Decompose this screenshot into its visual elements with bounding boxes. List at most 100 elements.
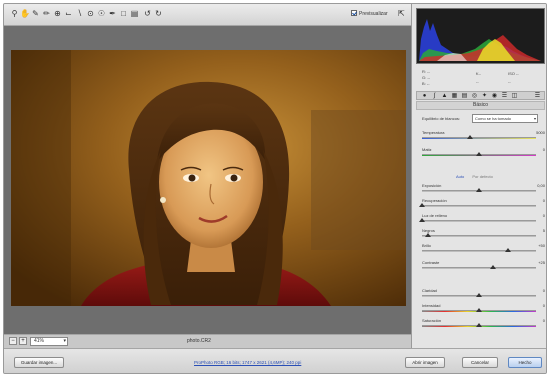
- rotate-right-icon[interactable]: ↻: [154, 9, 163, 18]
- preview-label: Previsualizar: [359, 11, 388, 17]
- slider-label: Temperatura: [422, 130, 445, 135]
- g-readout: G: --: [422, 75, 430, 80]
- tab-hsl-icon[interactable]: ▦: [451, 93, 458, 99]
- slider-track[interactable]: [419, 218, 536, 222]
- slider-track[interactable]: [422, 293, 536, 297]
- iso-readout: ISO --: [508, 71, 519, 76]
- slider-value[interactable]: 0: [531, 198, 545, 203]
- done-button[interactable]: Hecho: [508, 357, 542, 368]
- chevron-down-icon: ▾: [63, 338, 66, 344]
- slider-value[interactable]: 5: [531, 228, 545, 233]
- spot-removal-icon[interactable]: ⊙: [86, 9, 95, 18]
- workflow-options-link[interactable]: ProPhoto RGB; 16 bits; 1747 x 2621 (4,6M…: [194, 360, 301, 365]
- tab-presets-icon[interactable]: ☰: [501, 93, 508, 99]
- cancel-button[interactable]: Cancelar: [462, 357, 498, 368]
- tab-tone-curve-icon[interactable]: ∫: [431, 93, 438, 99]
- white-balance-icon[interactable]: ✎: [31, 9, 40, 18]
- straighten-icon[interactable]: ∖: [75, 9, 84, 18]
- adjustment-brush-icon[interactable]: ✒: [108, 9, 117, 18]
- slider-label: Claridad: [422, 288, 437, 293]
- slider-thumb[interactable]: [476, 293, 482, 297]
- chevron-down-icon: ▾: [533, 116, 536, 121]
- slider-value[interactable]: 0: [531, 147, 545, 152]
- slider-label: Contraste: [422, 260, 440, 265]
- white-balance-label: Equilibrio de blancos:: [422, 116, 461, 121]
- tab-camera-calibration-icon[interactable]: ◉: [491, 93, 498, 99]
- footer-bar: Guardar imagen... ProPhoto RGB; 16 bits;…: [4, 348, 546, 373]
- r-readout: R: --: [422, 69, 430, 74]
- slider-track[interactable]: [422, 323, 536, 327]
- graduated-filter-icon[interactable]: □: [119, 9, 128, 18]
- zoom-in-button[interactable]: +: [19, 337, 27, 345]
- slider-thumb[interactable]: [476, 323, 482, 327]
- auto-default-links: Auto Por defecto: [456, 174, 500, 179]
- targeted-adjustment-icon[interactable]: ⊕: [53, 9, 62, 18]
- b-readout: B: --: [422, 81, 430, 86]
- open-image-button[interactable]: Abrir imagen: [405, 357, 445, 368]
- tab-snapshots-icon[interactable]: ◫: [511, 93, 518, 99]
- save-image-button[interactable]: Guardar imagen...: [14, 357, 64, 368]
- slider-thumb[interactable]: [419, 218, 425, 222]
- tab-basic-icon[interactable]: ●: [421, 93, 428, 99]
- zoom-out-button[interactable]: −: [9, 337, 17, 345]
- white-balance-value: Como se ha tomado: [475, 116, 512, 121]
- tab-effects-icon[interactable]: ✦: [481, 93, 488, 99]
- crop-icon[interactable]: ⌙: [64, 9, 73, 18]
- slider-track[interactable]: [422, 233, 536, 237]
- slider-value[interactable]: 0: [531, 213, 545, 218]
- shutter-readout: --: [476, 79, 479, 84]
- auto-link[interactable]: Auto: [456, 174, 464, 179]
- photo-preview[interactable]: [11, 50, 406, 306]
- red-eye-icon[interactable]: ☉: [97, 9, 106, 18]
- slider-track[interactable]: [422, 265, 536, 269]
- color-sampler-icon[interactable]: ✏: [42, 9, 51, 18]
- zoom-level-value: 41%: [34, 338, 45, 344]
- default-link[interactable]: Por defecto: [472, 174, 492, 179]
- slider-track[interactable]: [422, 135, 536, 139]
- slider-track[interactable]: [422, 152, 536, 156]
- panel-title: Básico: [416, 101, 545, 110]
- white-balance-select[interactable]: Como se ha tomado ▾: [472, 114, 538, 123]
- rotate-left-icon[interactable]: ↺: [143, 9, 152, 18]
- camera-info: R: -- G: -- B: -- f/-- -- ISO -- --: [416, 67, 545, 89]
- slider-value[interactable]: 0: [531, 303, 545, 308]
- preview-checkbox-box[interactable]: [351, 10, 357, 16]
- slider-track[interactable]: [422, 308, 536, 312]
- slider-value[interactable]: 0,00: [531, 183, 545, 188]
- slider-value[interactable]: +50: [531, 243, 545, 248]
- slider-label: Intensidad: [422, 303, 441, 308]
- slider-thumb[interactable]: [476, 152, 482, 156]
- tab-detail-icon[interactable]: ▲: [441, 93, 448, 99]
- slider-value[interactable]: 5000: [531, 130, 545, 135]
- tab-lens-icon[interactable]: ◎: [471, 93, 478, 99]
- zoom-icon[interactable]: ⚲: [10, 9, 19, 18]
- slider-track[interactable]: [422, 248, 536, 252]
- slider-thumb[interactable]: [476, 188, 482, 192]
- adjustments-panel: R: -- G: -- B: -- f/-- -- ISO -- -- ● ∫ …: [411, 4, 546, 348]
- histogram-graph: [417, 9, 544, 63]
- slider-label: Luz de relleno: [422, 213, 448, 218]
- slider-value[interactable]: +25: [531, 260, 545, 265]
- slider-thumb[interactable]: [504, 248, 511, 252]
- photo-image: [11, 50, 406, 306]
- slider-thumb[interactable]: [424, 233, 431, 237]
- slider-thumb[interactable]: [419, 203, 425, 207]
- panel-menu-icon[interactable]: ☰: [534, 93, 541, 99]
- slider-thumb[interactable]: [466, 135, 473, 139]
- slider-track[interactable]: [422, 188, 536, 192]
- slider-value[interactable]: 0: [531, 288, 545, 293]
- slider-label: Exposición: [422, 183, 442, 188]
- slider-value[interactable]: 0: [531, 318, 545, 323]
- slider-label: Saturación: [422, 318, 442, 323]
- preferences-icon[interactable]: ▤: [130, 9, 139, 18]
- slider-thumb[interactable]: [476, 308, 482, 312]
- slider-track[interactable]: [419, 203, 536, 207]
- tab-split-toning-icon[interactable]: ▤: [461, 93, 468, 99]
- hand-icon[interactable]: ✋: [20, 9, 30, 18]
- zoom-level-select[interactable]: 41% ▾: [30, 337, 68, 346]
- fullscreen-icon[interactable]: ⇱: [398, 9, 405, 18]
- slider-thumb[interactable]: [489, 265, 496, 269]
- slider-label: Matiz: [422, 147, 432, 152]
- preview-checkbox[interactable]: Previsualizar: [351, 10, 388, 17]
- image-canvas[interactable]: [4, 26, 411, 334]
